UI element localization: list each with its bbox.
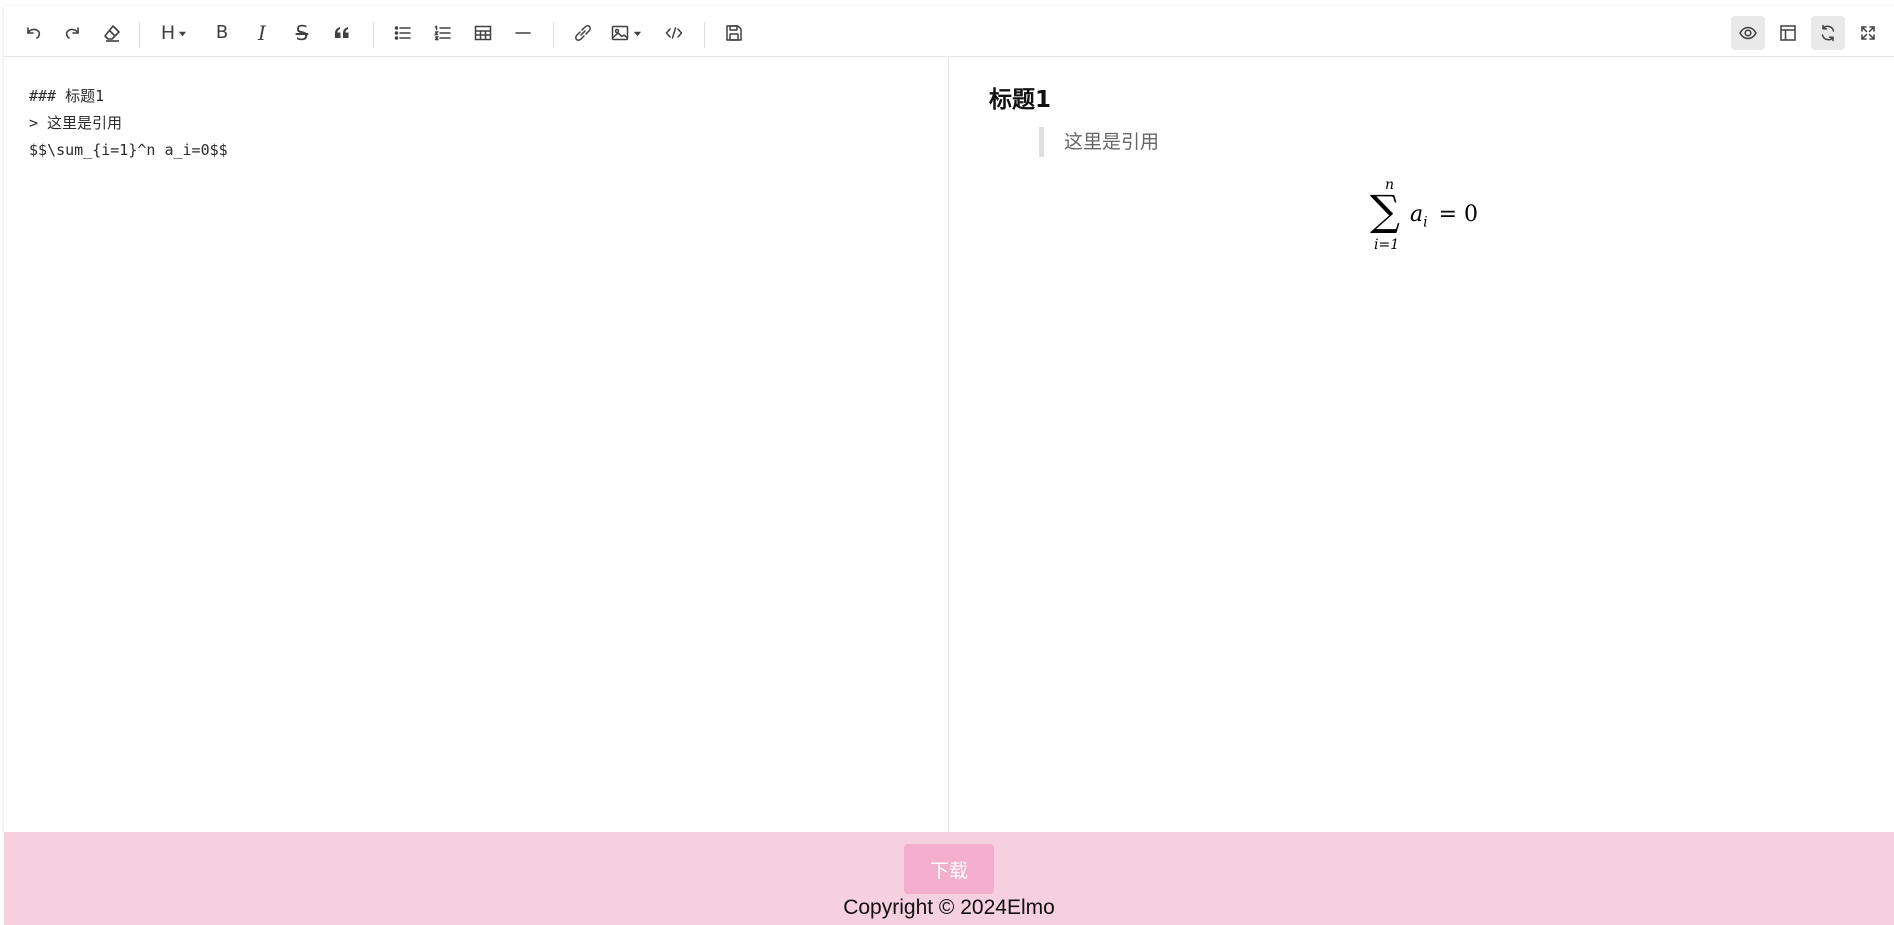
unordered-list-button[interactable] [386,16,420,50]
redo-button[interactable] [56,16,90,50]
toolbar-separator [553,22,554,48]
eye-icon [1738,23,1758,43]
table-button[interactable] [466,16,500,50]
ordered-list-button[interactable] [426,16,460,50]
math-lower-limit: i=1 [1374,237,1400,253]
markdown-source[interactable]: ### 标题1 > 这里是引用 $$\sum_{i=1}^n a_i=0$$ [29,83,228,164]
image-button[interactable] [606,16,646,50]
italic-button[interactable]: I [245,16,279,50]
math-term-variable: a [1410,202,1424,227]
image-icon [610,23,642,43]
table-icon [473,23,493,43]
bold-icon: B [215,22,229,43]
preview-blockquote: 这里是引用 [1039,127,1159,157]
preview-pane: 标题1 这里是引用 n ∑ i=1 ai = 0 [950,57,1894,832]
download-button[interactable]: 下载 [904,844,994,894]
copyright-text: Copyright © 2024Elmo [843,896,1055,919]
unordered-list-icon [393,23,413,43]
eraser-icon [102,23,122,43]
quote-icon [332,23,352,43]
toolbar-separator [139,22,140,48]
preview-math-formula: n ∑ i=1 ai = 0 [1370,177,1570,267]
link-icon [573,23,593,43]
link-button[interactable] [566,16,600,50]
preview-toggle-button[interactable] [1731,16,1765,50]
code-button[interactable] [657,16,691,50]
ordered-list-icon [433,23,453,43]
toolbar-separator [704,22,705,48]
undo-icon [23,23,43,43]
strikethrough-button[interactable]: S [285,16,319,50]
editor-toolbar: H B I S [4,6,1894,57]
source-line: > 这里是引用 [29,114,123,132]
toolbar-separator [373,22,374,48]
sync-scroll-button[interactable] [1811,16,1845,50]
code-icon [664,23,684,43]
undo-button[interactable] [16,16,50,50]
save-button[interactable] [717,16,751,50]
italic-icon: I [258,21,266,45]
sync-scroll-icon [1818,23,1838,43]
layout-toggle-button[interactable] [1771,16,1805,50]
math-rhs: = 0 [1438,202,1479,227]
horizontal-rule-icon [513,23,533,43]
fullscreen-button[interactable] [1851,16,1885,50]
markdown-editor: H B I S ### 标题1 > 这里是引用 $$\sum_{i=1}^n a… [4,6,1894,832]
redo-icon [63,23,83,43]
fullscreen-icon [1858,23,1878,43]
source-line: ### 标题1 [29,87,105,105]
heading-icon: H [161,23,187,43]
math-sum-operator: ∑ [1370,186,1400,235]
horizontal-rule-button[interactable] [506,16,540,50]
layout-icon [1778,23,1798,43]
quote-button[interactable] [325,16,359,50]
source-line: $$\sum_{i=1}^n a_i=0$$ [29,141,228,159]
clear-button[interactable] [95,16,129,50]
math-term: ai = 0 [1410,202,1478,230]
math-term-subscript: i [1423,214,1428,231]
strikethrough-icon: S [295,21,309,45]
preview-heading: 标题1 [989,87,1052,113]
save-icon [724,23,744,43]
page-footer: 下载 Copyright © 2024Elmo [4,832,1894,925]
bold-button[interactable]: B [205,16,239,50]
markdown-source-pane[interactable]: ### 标题1 > 这里是引用 $$\sum_{i=1}^n a_i=0$$ [4,57,949,832]
heading-button[interactable]: H [154,16,194,50]
